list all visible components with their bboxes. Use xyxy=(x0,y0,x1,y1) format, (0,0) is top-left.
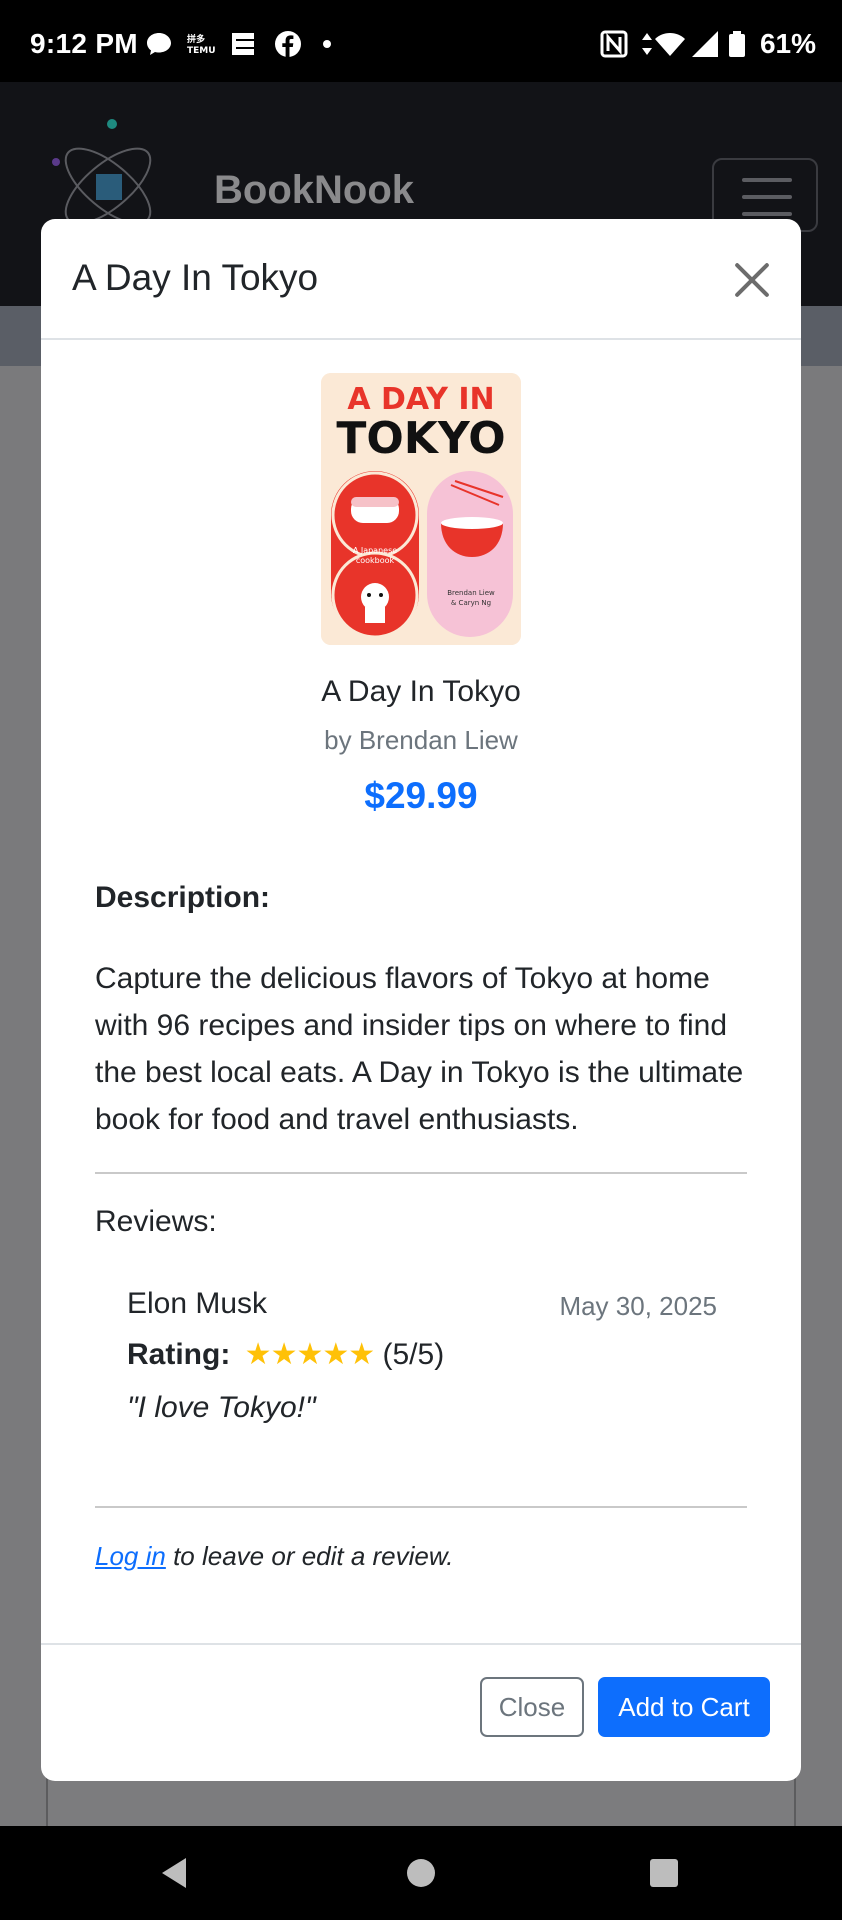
signal-icon xyxy=(690,30,720,58)
svg-text:A Japanese: A Japanese xyxy=(353,546,397,555)
review-rating: Rating: ★★★★★ (5/5) xyxy=(127,1337,444,1372)
news-icon xyxy=(230,30,258,58)
divider xyxy=(95,1506,747,1508)
reviewer-name: Elon Musk xyxy=(127,1287,268,1320)
back-icon[interactable] xyxy=(158,1856,190,1890)
login-suffix: to leave or edit a review. xyxy=(165,1541,454,1571)
battery-percent: 61% xyxy=(759,28,816,59)
book-cover-image: A DAY IN TOKYO A Japanese cookbook Brend… xyxy=(321,373,521,645)
recents-icon[interactable] xyxy=(648,1856,680,1890)
rating-text: (5/5) xyxy=(382,1338,445,1371)
book-detail-modal: A Day In Tokyo A DAY IN TOKYO A Japanese… xyxy=(41,219,801,1781)
brand-name: BookNook xyxy=(214,168,414,212)
system-nav-bar xyxy=(0,1826,842,1920)
rating-label: Rating: xyxy=(127,1338,231,1371)
close-button[interactable]: Close xyxy=(480,1677,584,1737)
svg-text:Brendan Liew: Brendan Liew xyxy=(447,589,495,597)
cover-line2: TOKYO xyxy=(336,413,505,464)
wifi-icon xyxy=(654,30,686,58)
close-icon[interactable] xyxy=(733,261,771,299)
svg-text:TEMU: TEMU xyxy=(187,46,216,56)
facebook-icon xyxy=(274,30,302,58)
svg-text:拼多: 拼多 xyxy=(187,33,205,45)
review-text: "I love Tokyo!" xyxy=(127,1391,316,1424)
book-title: A Day In Tokyo xyxy=(321,675,521,708)
star-rating-icon: ★★★★★ xyxy=(244,1338,375,1371)
book-price: $29.99 xyxy=(364,775,478,816)
login-prompt: Log in to leave or edit a review. xyxy=(95,1541,453,1572)
dot-icon xyxy=(322,30,332,58)
status-bar: 9:12 PM 拼多 TEMU 61% xyxy=(0,0,842,82)
modal-header: A Day In Tokyo xyxy=(41,219,801,340)
book-author: by Brendan Liew xyxy=(324,725,518,755)
home-icon[interactable] xyxy=(406,1856,436,1890)
battery-icon xyxy=(728,30,746,58)
modal-title: A Day In Tokyo xyxy=(72,257,319,298)
description-text: Capture the delicious flavors of Tokyo a… xyxy=(95,962,744,1136)
modal-footer: Close Add to Cart xyxy=(41,1643,801,1781)
review-date: May 30, 2025 xyxy=(559,1291,717,1321)
login-link[interactable]: Log in xyxy=(95,1541,166,1571)
review-item: Elon Musk May 30, 2025 Rating: ★★★★★ (5/… xyxy=(127,1287,717,1437)
description-label: Description: xyxy=(95,881,271,914)
reviews-label: Reviews: xyxy=(95,1205,217,1238)
svg-text:cookbook: cookbook xyxy=(356,556,395,565)
nfc-icon xyxy=(600,30,628,58)
divider xyxy=(95,1172,747,1174)
add-to-cart-button[interactable]: Add to Cart xyxy=(598,1677,770,1737)
svg-text:& Caryn Ng: & Caryn Ng xyxy=(451,599,491,607)
status-time: 9:12 PM xyxy=(30,28,138,59)
cover-line1: A DAY IN xyxy=(347,382,494,417)
chat-bubble-icon xyxy=(146,30,172,58)
temu-icon: 拼多 TEMU xyxy=(186,30,216,58)
data-arrows-icon xyxy=(640,30,654,58)
